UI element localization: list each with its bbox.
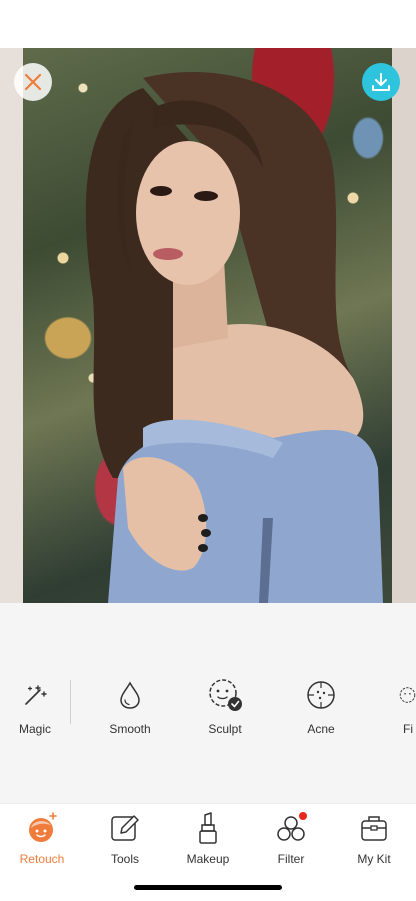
portrait-photo[interactable] xyxy=(23,48,392,603)
tab-my-kit-label: My Kit xyxy=(357,852,391,866)
tool-acne[interactable]: Acne xyxy=(281,678,361,736)
tool-sculpt-label: Sculpt xyxy=(208,722,242,736)
filter-new-badge xyxy=(299,812,307,820)
retouch-tools-row: Magic Smooth Sculpt Acne Fi xyxy=(0,603,416,803)
face-icon xyxy=(399,687,416,703)
pencil-icon xyxy=(111,815,139,841)
tool-smooth[interactable]: Smooth xyxy=(90,678,170,736)
close-icon xyxy=(24,73,42,91)
face-sculpt-icon xyxy=(209,679,242,711)
tool-partial-label: Fi xyxy=(403,722,413,736)
magic-wand-icon xyxy=(25,685,47,705)
kit-bag-icon xyxy=(361,816,387,841)
tool-smooth-label: Smooth xyxy=(109,722,151,736)
portrait-illustration xyxy=(85,72,383,603)
tool-acne-label: Acne xyxy=(307,722,335,736)
photo-canvas[interactable] xyxy=(0,48,416,603)
retouch-face-icon xyxy=(29,812,57,842)
tab-tools[interactable]: Tools xyxy=(83,810,167,866)
droplet-icon xyxy=(120,681,140,709)
close-button[interactable] xyxy=(14,63,52,101)
home-indicator xyxy=(134,885,282,890)
tool-partial[interactable]: Fi xyxy=(375,678,416,736)
tool-magic[interactable]: Magic xyxy=(0,678,75,736)
tool-divider xyxy=(70,680,71,724)
tab-makeup[interactable]: Makeup xyxy=(166,810,250,866)
tab-makeup-label: Makeup xyxy=(186,852,230,866)
tab-retouch[interactable]: Retouch xyxy=(0,810,84,866)
tool-sculpt[interactable]: Sculpt xyxy=(185,678,265,736)
tab-tools-label: Tools xyxy=(110,852,139,866)
download-icon xyxy=(372,73,390,91)
acne-icon xyxy=(307,681,335,709)
tab-my-kit[interactable]: My Kit xyxy=(332,810,416,866)
tool-magic-label: Magic xyxy=(18,722,51,736)
tab-filter[interactable]: Filter xyxy=(249,810,333,866)
download-button[interactable] xyxy=(362,63,400,101)
lipstick-icon xyxy=(199,812,217,844)
tab-retouch-label: Retouch xyxy=(19,852,65,866)
tab-filter-label: Filter xyxy=(277,852,305,866)
